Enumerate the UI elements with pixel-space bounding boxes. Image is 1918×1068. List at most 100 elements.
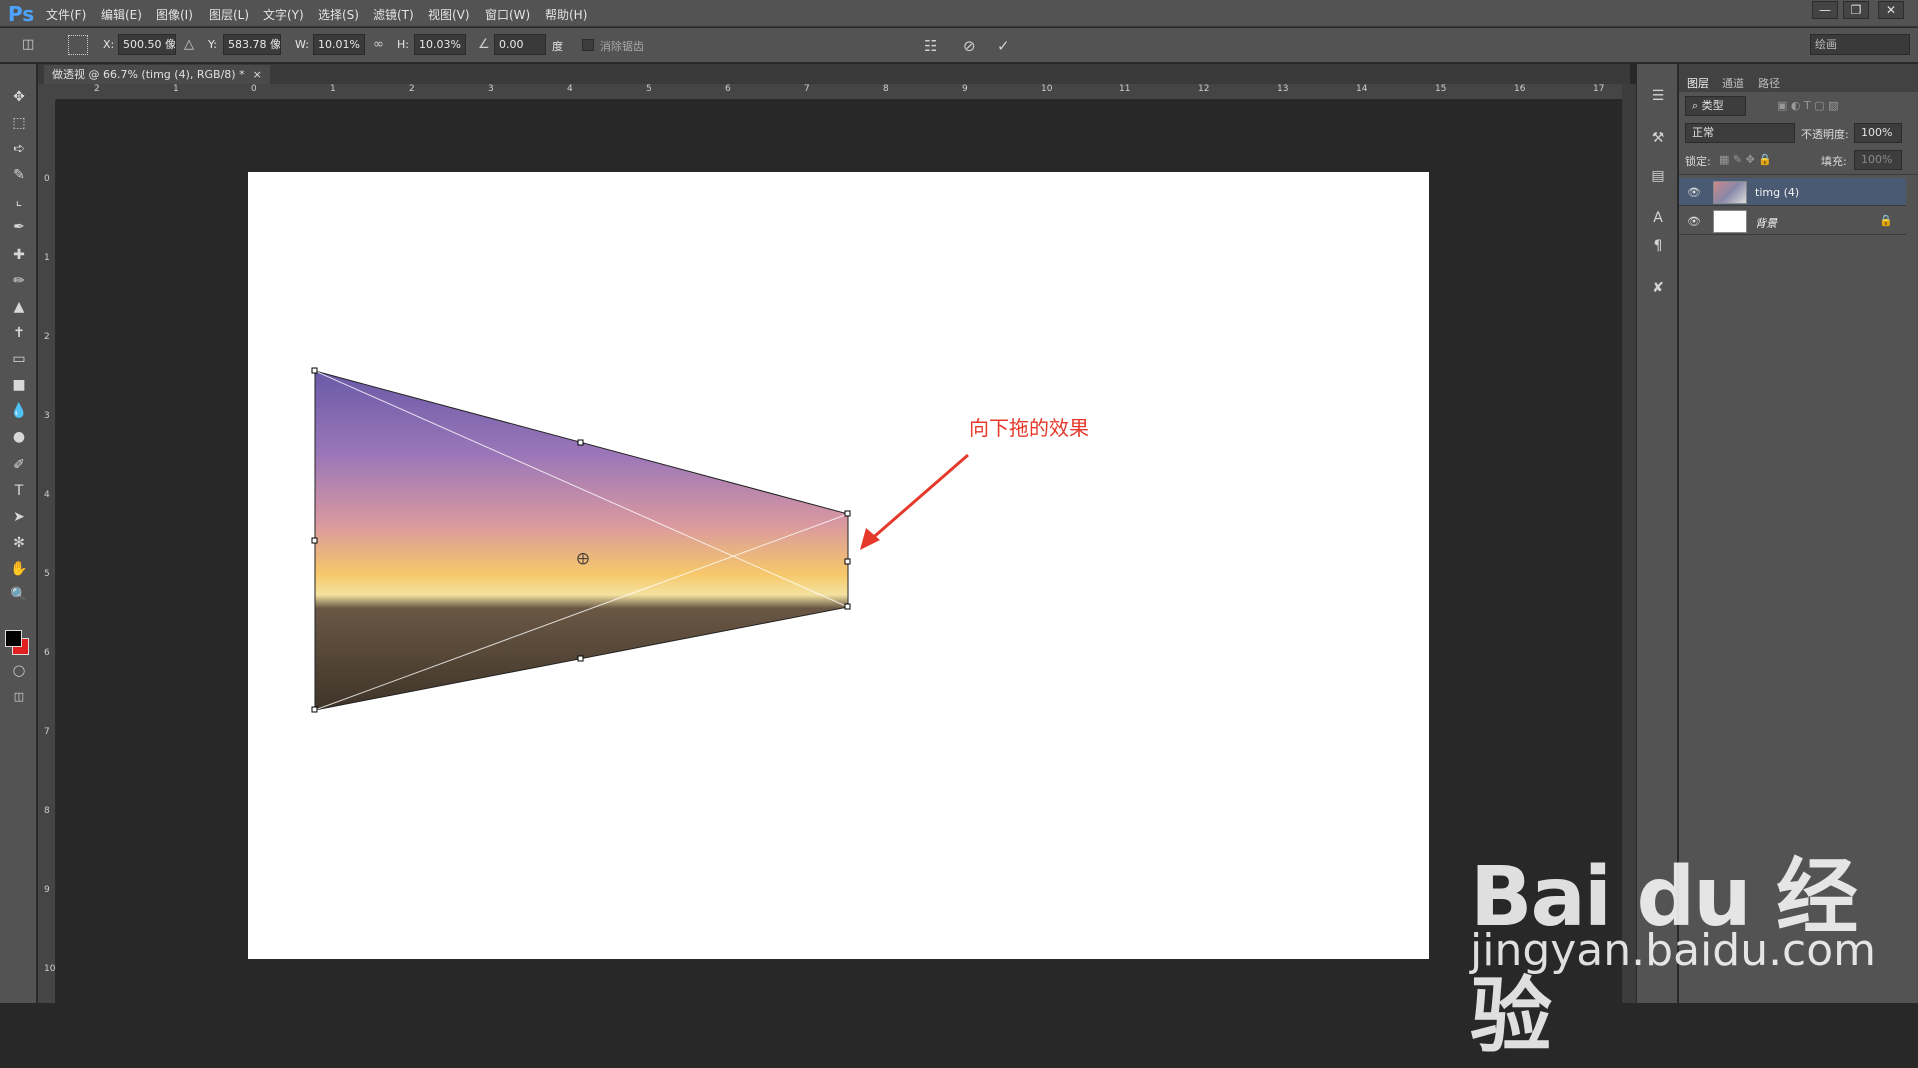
link-icon[interactable]: ∞	[373, 37, 384, 52]
ruler-label: 3	[488, 84, 494, 94]
zoom-tool-icon[interactable]: 🔍	[7, 584, 31, 606]
ruler-label: 11	[1119, 84, 1131, 94]
path-select-tool-icon[interactable]: ➤	[7, 506, 31, 528]
menu-view[interactable]: 视图(V)	[428, 6, 470, 23]
ruler-label: 1	[173, 84, 179, 94]
document-canvas[interactable]: ⨁	[248, 172, 1429, 959]
transform-tool-icon[interactable]: ◫	[22, 37, 34, 52]
crop-tool-icon[interactable]: ⌞	[7, 190, 31, 212]
lasso-tool-icon[interactable]: ➪	[7, 138, 31, 160]
annotation-arrow-icon	[860, 453, 969, 550]
tab-channels[interactable]: 通道	[1722, 75, 1744, 91]
blend-mode-select[interactable]: 正常	[1685, 123, 1795, 143]
transform-handle[interactable]	[844, 603, 851, 610]
eraser-tool-icon[interactable]: ▭	[7, 348, 31, 370]
transform-handle[interactable]	[311, 367, 318, 374]
clone-stamp-tool-icon[interactable]: ▲	[7, 296, 31, 318]
opacity-field[interactable]: 100%	[1854, 123, 1902, 143]
transform-handle[interactable]	[311, 537, 318, 544]
properties-panel-icon[interactable]: ▤	[1645, 164, 1671, 188]
menu-edit[interactable]: 编辑(E)	[101, 6, 142, 23]
menu-window[interactable]: 窗口(W)	[485, 6, 530, 23]
ruler-label: 8	[883, 84, 889, 94]
menu-select[interactable]: 选择(S)	[318, 6, 359, 23]
blur-tool-icon[interactable]: 💧	[7, 400, 31, 422]
ruler-label: 5	[646, 84, 652, 94]
paragraph-panel-icon[interactable]: ¶	[1645, 234, 1671, 258]
close-tab-icon[interactable]: ×	[253, 68, 262, 81]
dodge-tool-icon[interactable]: ●	[7, 426, 31, 448]
transform-center-icon[interactable]: ⨁	[577, 551, 589, 565]
hand-tool-icon[interactable]: ✋	[7, 558, 31, 580]
antialias-checkbox[interactable]	[582, 39, 594, 51]
brush-presets-icon[interactable]: ✘	[1645, 276, 1671, 300]
angle-field[interactable]: 0.00	[494, 34, 546, 55]
antialias-label: 消除锯齿	[600, 40, 644, 53]
menu-layer[interactable]: 图层(L)	[209, 6, 249, 23]
transform-handle[interactable]	[577, 439, 584, 446]
ruler-label: 7	[44, 727, 50, 737]
layer-name[interactable]: timg (4)	[1755, 186, 1799, 199]
commit-transform-icon[interactable]: ✓	[997, 37, 1010, 55]
filter-icons[interactable]: ▣ ◐ T ▢ ▧	[1777, 99, 1838, 112]
layer-thumbnail	[1713, 181, 1747, 204]
transform-handle[interactable]	[577, 655, 584, 662]
width-field[interactable]: 10.01%	[313, 34, 365, 55]
ruler-label: 9	[962, 84, 968, 94]
gradient-tool-icon[interactable]: ■	[7, 374, 31, 396]
document-tab-bar: 做透视 @ 66.7% (timg (4), RGB/8) * ×	[38, 64, 1630, 84]
move-tool-icon[interactable]: ✥	[7, 86, 31, 108]
reference-point-icon[interactable]	[68, 35, 88, 55]
transform-handle[interactable]	[844, 510, 851, 517]
menu-file[interactable]: 文件(F)	[46, 6, 86, 23]
type-tool-icon[interactable]: T	[7, 480, 31, 502]
minimize-icon[interactable]: —	[1812, 1, 1838, 19]
pen-tool-icon[interactable]: ✐	[7, 454, 31, 476]
close-icon[interactable]: ✕	[1878, 1, 1904, 19]
layer-name[interactable]: 背景	[1755, 215, 1777, 231]
menu-help[interactable]: 帮助(H)	[545, 6, 587, 23]
lock-icons[interactable]: ▦ ✎ ✥ 🔒	[1719, 153, 1772, 166]
marquee-tool-icon[interactable]: ⬚	[7, 112, 31, 134]
foreground-color-swatch[interactable]	[5, 630, 22, 647]
character-panel-icon[interactable]: A	[1645, 206, 1671, 230]
workspace-select[interactable]: 绘画	[1810, 34, 1910, 55]
menu-image[interactable]: 图像(I)	[156, 6, 193, 23]
restore-icon[interactable]: ❐	[1843, 1, 1869, 19]
menu-type[interactable]: 文字(Y)	[263, 6, 304, 23]
screen-mode-icon[interactable]: ◫	[7, 686, 31, 708]
transformed-image-layer[interactable]: ⨁	[248, 172, 1429, 959]
tab-paths[interactable]: 路径	[1758, 75, 1780, 91]
brush-tool-icon[interactable]: ✏	[7, 270, 31, 292]
shape-tool-icon[interactable]: ✻	[7, 532, 31, 554]
eyedropper-tool-icon[interactable]: ✒	[7, 216, 31, 238]
tab-layers[interactable]: 图层	[1687, 75, 1709, 91]
annotation-text: 向下拖的效果	[969, 416, 1089, 440]
cancel-transform-icon[interactable]: ⊘	[963, 37, 976, 55]
ruler-label: 13	[1277, 84, 1289, 94]
horizontal-ruler[interactable]: 2 1 0 1 2 3 4 5 6 7 8 9 10 11 12 13 14 1…	[56, 84, 1622, 100]
healing-brush-tool-icon[interactable]: ✚	[7, 244, 31, 266]
height-field[interactable]: 10.03%	[414, 34, 466, 55]
delta-icon[interactable]: △	[184, 37, 194, 52]
ruler-label: 9	[44, 885, 50, 895]
history-brush-tool-icon[interactable]: ✝	[7, 322, 31, 344]
history-panel-icon[interactable]: ☰	[1645, 84, 1671, 108]
visibility-eye-icon[interactable]: 👁	[1687, 186, 1701, 199]
fill-field[interactable]: 100%	[1854, 150, 1902, 170]
transform-handle[interactable]	[311, 706, 318, 713]
menu-filter[interactable]: 滤镜(T)	[373, 6, 414, 23]
warp-icon[interactable]: ☷	[924, 37, 937, 55]
x-field[interactable]: 500.50 像素	[118, 34, 176, 55]
quick-mask-icon[interactable]: ◯	[7, 660, 31, 682]
vertical-ruler[interactable]: 0 1 2 3 4 5 6 7 8 9 10	[38, 100, 56, 1003]
visibility-eye-icon[interactable]: 👁	[1687, 215, 1701, 228]
document-tab[interactable]: 做透视 @ 66.7% (timg (4), RGB/8) * ×	[44, 65, 270, 84]
quick-select-tool-icon[interactable]: ✎	[7, 164, 31, 186]
layer-row-timg[interactable]: 👁 timg (4)	[1679, 178, 1906, 206]
layer-row-background[interactable]: 👁 背景 🔒	[1679, 207, 1906, 235]
transform-handle[interactable]	[844, 558, 851, 565]
tool-presets-icon[interactable]: ⚒	[1645, 126, 1671, 150]
layer-filter-select[interactable]: ⌕ 类型	[1685, 96, 1746, 116]
y-field[interactable]: 583.78 像素	[223, 34, 281, 55]
